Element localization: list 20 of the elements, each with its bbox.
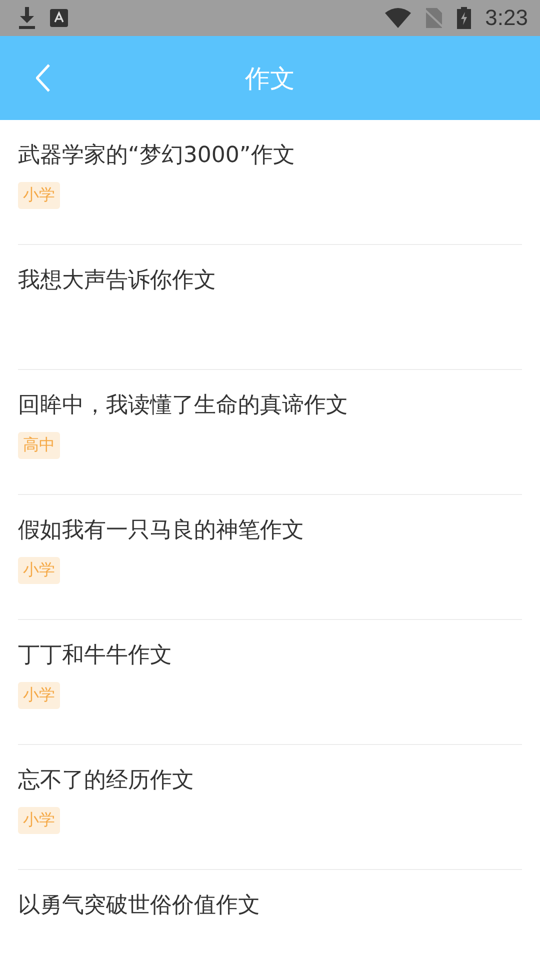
level-tag: 小学	[18, 807, 60, 834]
article-title[interactable]: 武器学家的“梦幻3000”作文	[18, 140, 522, 172]
status-time: 3:23	[485, 5, 528, 31]
battery-icon	[457, 7, 472, 29]
download-icon	[18, 7, 36, 29]
no-sim-icon	[425, 8, 444, 28]
article-title[interactable]: 假如我有一只马良的神笔作文	[18, 515, 522, 547]
wifi-icon	[385, 8, 412, 28]
level-tag: 小学	[18, 557, 60, 584]
chevron-left-icon	[36, 64, 50, 92]
page-title: 作文	[245, 62, 295, 94]
article-title[interactable]: 回眸中，我读懂了生命的真谛作文	[18, 390, 522, 422]
article-title[interactable]: 我想大声告诉你作文	[18, 265, 522, 297]
level-tag: 小学	[18, 682, 60, 709]
article-title[interactable]: 丁丁和牛牛作文	[18, 640, 522, 672]
level-tag: 高中	[18, 432, 60, 459]
article-title[interactable]: 忘不了的经历作文	[18, 765, 522, 797]
text-notification-icon	[50, 9, 68, 27]
article-title[interactable]: 以勇气突破世俗价值作文	[18, 890, 522, 922]
level-tag: 小学	[18, 182, 60, 209]
